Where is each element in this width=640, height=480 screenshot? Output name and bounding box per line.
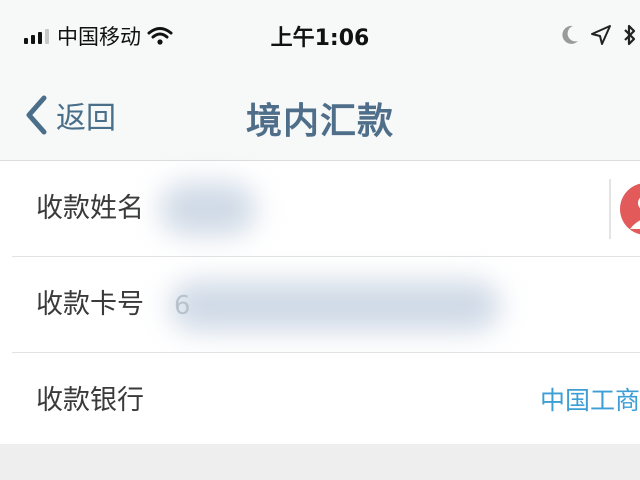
card-number-row: 收款卡号 [0, 257, 640, 353]
row-separator [609, 179, 611, 239]
page-title: 境内汇款 [245, 101, 394, 142]
moon-icon [562, 25, 578, 44]
payee-name-label: 收款姓名 [36, 193, 144, 224]
payee-name-input[interactable] [172, 179, 506, 241]
bank-value[interactable]: 中国工商银行 [540, 353, 640, 449]
card-number-label: 收款卡号 [36, 289, 144, 320]
card-number-input[interactable] [172, 275, 506, 337]
bluetooth-icon [624, 24, 636, 46]
status-time: 上午1:06 [270, 26, 370, 51]
status-bar: 中国移动 上午1:06 [0, 0, 640, 72]
section-spacer [0, 444, 640, 480]
navigation-bar: 返回 境内汇款 [0, 72, 640, 161]
location-arrow-icon [591, 25, 611, 45]
bank-label: 收款银行 [36, 385, 144, 416]
contact-picker-button[interactable] [620, 183, 640, 235]
bank-row[interactable]: 收款银行 中国工商银行 [0, 353, 640, 449]
payee-name-row: 收款姓名 [0, 161, 640, 257]
status-right [560, 20, 638, 50]
contact-person-icon [630, 197, 640, 229]
